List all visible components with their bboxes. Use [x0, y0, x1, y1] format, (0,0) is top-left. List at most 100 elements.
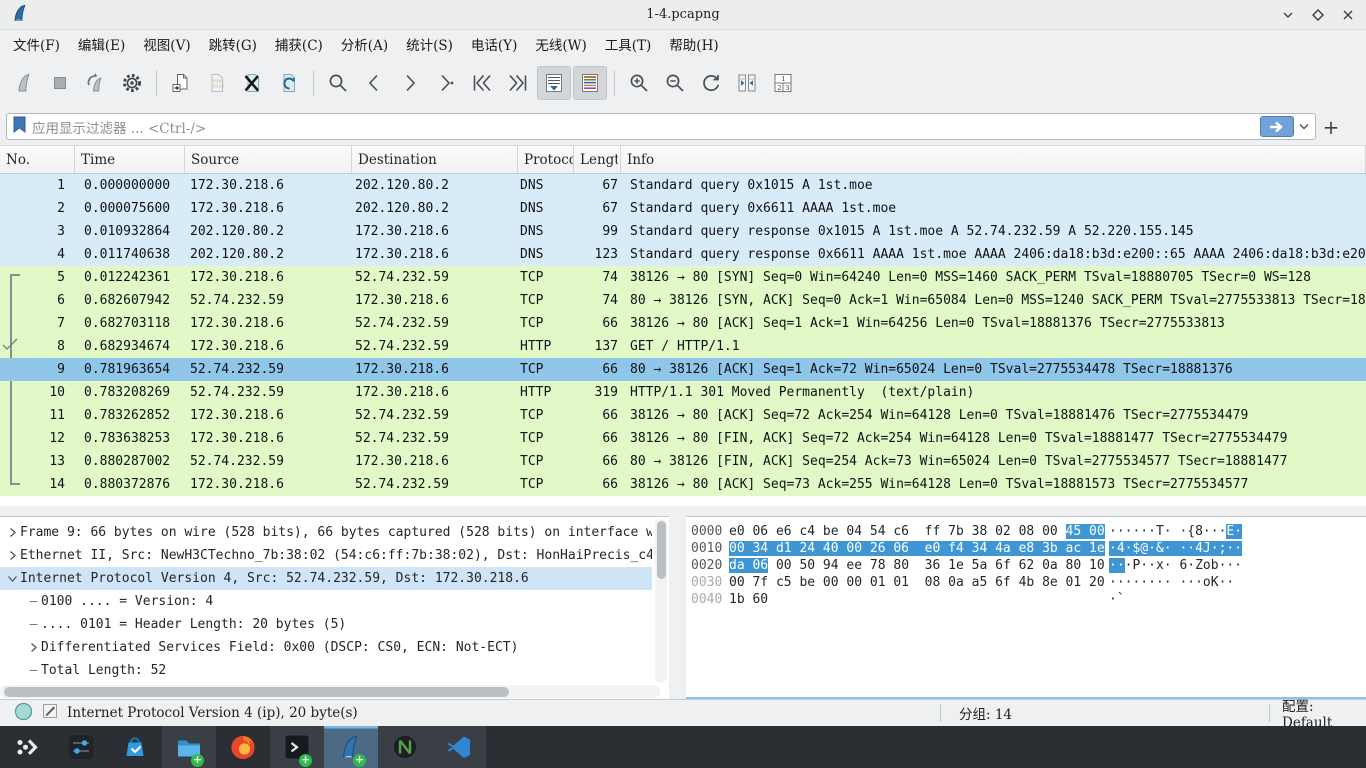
menu-item-6[interactable]: 统计(S) — [397, 31, 462, 57]
horizontal-splitter[interactable] — [0, 506, 1366, 516]
column-header-source[interactable]: Source — [185, 146, 352, 173]
column-header-time[interactable]: Time — [75, 146, 185, 173]
resize-columns-button[interactable] — [730, 66, 764, 100]
display-filter-input[interactable]: 应用显示过滤器 ... <Ctrl-/> — [6, 113, 1316, 140]
restart-capture-button[interactable] — [79, 66, 113, 100]
expander-icon[interactable] — [26, 642, 41, 653]
menu-item-3[interactable]: 跳转(G) — [200, 31, 266, 57]
packet-row[interactable]: 70.682703118172.30.218.652.74.232.59TCP6… — [0, 312, 1366, 335]
ascii-bytes[interactable]: ······T· ·{8···E· — [1109, 523, 1242, 540]
taskbar-app-firefox[interactable] — [216, 726, 270, 768]
menu-item-8[interactable]: 无线(W) — [526, 31, 595, 57]
column-header-info[interactable]: Info — [621, 146, 1366, 173]
scrollbar-thumb[interactable] — [4, 687, 509, 697]
packet-row[interactable]: 90.78196365452.74.232.59172.30.218.6TCP6… — [0, 358, 1366, 381]
packet-row[interactable]: 20.000075600172.30.218.6202.120.80.2DNS6… — [0, 197, 1366, 220]
expert-info-icon[interactable] — [14, 702, 33, 725]
packet-row[interactable]: 120.783638253172.30.218.652.74.232.59TCP… — [0, 427, 1366, 450]
expander-icon[interactable] — [5, 527, 20, 538]
menu-item-2[interactable]: 视图(V) — [134, 31, 199, 57]
menu-item-4[interactable]: 捕获(C) — [266, 31, 332, 57]
taskbar-app-terminal[interactable]: + — [270, 726, 324, 768]
hex-bytes[interactable]: 00 7f c5 be 00 00 01 01 08 0a a5 6f 4b 8… — [729, 574, 1109, 591]
close-icon[interactable] — [1338, 5, 1358, 25]
column-header-destination[interactable]: Destination — [352, 146, 518, 173]
hex-row[interactable]: 003000 7f c5 be 00 00 01 01 08 0a a5 6f … — [686, 574, 1366, 591]
detail-horizontal-scrollbar[interactable] — [0, 685, 660, 698]
hex-row[interactable]: 0020da 06 00 50 94 ee 78 80 36 1e 5a 6f … — [686, 557, 1366, 574]
detail-line[interactable]: –Total Length: 52 — [0, 659, 652, 682]
taskbar-app-system-settings[interactable] — [54, 726, 108, 768]
detail-line[interactable]: Frame 9: 66 bytes on wire (528 bits), 66… — [0, 521, 652, 544]
packet-row[interactable]: 100.78320826952.74.232.59172.30.218.6HTT… — [0, 381, 1366, 404]
hex-row[interactable]: 001000 34 d1 24 40 00 26 06 e0 f4 34 4a … — [686, 540, 1366, 557]
menu-item-7[interactable]: 电话(Y) — [462, 31, 526, 57]
packet-row[interactable]: 50.012242361172.30.218.652.74.232.59TCP7… — [0, 266, 1366, 289]
packet-row[interactable]: 130.88028700252.74.232.59172.30.218.6TCP… — [0, 450, 1366, 473]
menu-item-1[interactable]: 编辑(E) — [69, 31, 134, 57]
taskbar-app-wireshark[interactable]: + — [324, 726, 378, 768]
zoom-reset-button[interactable] — [694, 66, 728, 100]
detail-line[interactable]: Ethernet II, Src: NewH3CTechno_7b:38:02 … — [0, 544, 652, 567]
zoom-in-button[interactable] — [622, 66, 656, 100]
find-packet-button[interactable] — [321, 66, 355, 100]
hex-row[interactable]: 00401b 60·` — [686, 591, 1366, 608]
packet-row[interactable]: 30.010932864202.120.80.2172.30.218.6DNS9… — [0, 220, 1366, 243]
vertical-splitter[interactable] — [669, 516, 686, 699]
packet-row[interactable]: 60.68260794252.74.232.59172.30.218.6TCP7… — [0, 289, 1366, 312]
close-file-button[interactable] — [236, 66, 270, 100]
apply-filter-button[interactable] — [1260, 116, 1294, 137]
add-filter-button-icon[interactable]: + — [1316, 113, 1346, 140]
hex-bytes[interactable]: 00 34 d1 24 40 00 26 06 e0 f4 34 4a e8 3… — [729, 540, 1109, 557]
taskbar-app-vscode[interactable] — [432, 726, 486, 768]
go-forward-button[interactable] — [393, 66, 427, 100]
menu-item-5[interactable]: 分析(A) — [332, 31, 397, 57]
menu-item-9[interactable]: 工具(T) — [596, 31, 661, 57]
detail-line[interactable]: –0100 .... = Version: 4 — [0, 590, 652, 613]
detail-line[interactable]: Internet Protocol Version 4, Src: 52.74.… — [0, 567, 652, 590]
go-to-packet-button[interactable] — [429, 66, 463, 100]
menu-item-10[interactable]: 帮助(H) — [660, 31, 727, 57]
taskbar-app-neovim[interactable] — [378, 726, 432, 768]
go-first-button[interactable] — [465, 66, 499, 100]
taskbar-app-app-launcher[interactable] — [0, 726, 54, 768]
reload-file-button[interactable] — [272, 66, 306, 100]
open-file-button[interactable] — [164, 66, 198, 100]
maximize-icon[interactable] — [1308, 5, 1328, 25]
hex-dump-pane[interactable]: 0000e0 06 e6 c4 be 04 54 c6 ff 7b 38 02 … — [686, 516, 1366, 697]
detail-line[interactable]: –.... 0101 = Header Length: 20 bytes (5) — [0, 613, 652, 636]
ascii-bytes[interactable]: ···P··x· 6·Zob··· — [1109, 557, 1242, 574]
capture-options-button[interactable] — [115, 66, 149, 100]
hex-row[interactable]: 0000e0 06 e6 c4 be 04 54 c6 ff 7b 38 02 … — [686, 523, 1366, 540]
filter-history-caret[interactable] — [1296, 116, 1312, 137]
hex-bytes[interactable]: da 06 00 50 94 ee 78 80 36 1e 5a 6f 62 0… — [729, 557, 1109, 574]
go-back-button[interactable] — [357, 66, 391, 100]
packet-row[interactable]: 110.783262852172.30.218.652.74.232.59TCP… — [0, 404, 1366, 427]
packet-row[interactable]: 10.000000000172.30.218.6202.120.80.2DNS6… — [0, 174, 1366, 197]
packet-row[interactable]: 140.880372876172.30.218.652.74.232.59TCP… — [0, 473, 1366, 496]
taskbar-app-file-manager[interactable]: + — [162, 726, 216, 768]
taskbar-app-discover[interactable] — [108, 726, 162, 768]
expander-icon[interactable] — [5, 573, 20, 584]
save-file-button[interactable]: 01010110 — [200, 66, 234, 100]
column-header-no[interactable]: No. — [0, 146, 75, 173]
menu-item-0[interactable]: 文件(F) — [4, 31, 69, 57]
ascii-bytes[interactable]: ·` — [1109, 591, 1125, 608]
capture-comment-icon[interactable] — [41, 702, 59, 724]
filter-bookmark-icon[interactable] — [11, 115, 28, 138]
ascii-bytes[interactable]: ········ ···oK·· — [1109, 574, 1234, 591]
expander-icon[interactable] — [5, 550, 20, 561]
zoom-out-button[interactable] — [658, 66, 692, 100]
scrollbar-thumb[interactable] — [657, 521, 666, 579]
column-header-protocol[interactable]: Protocol — [518, 146, 574, 173]
packet-row[interactable]: 40.011740638202.120.80.2172.30.218.6DNS1… — [0, 243, 1366, 266]
column-header-length[interactable]: Length — [574, 146, 621, 173]
ascii-bytes[interactable]: ·4·$@·&· ··4J·;·· — [1109, 540, 1242, 557]
detail-line[interactable]: Differentiated Services Field: 0x00 (DSC… — [0, 636, 652, 659]
hex-bytes[interactable]: e0 06 e6 c4 be 04 54 c6 ff 7b 38 02 08 0… — [729, 523, 1109, 540]
start-capture-button[interactable] — [7, 66, 41, 100]
stop-capture-button[interactable] — [43, 66, 77, 100]
layout-123-button[interactable]: 123 — [766, 66, 800, 100]
detail-vertical-scrollbar[interactable] — [655, 519, 667, 683]
go-last-button[interactable] — [501, 66, 535, 100]
